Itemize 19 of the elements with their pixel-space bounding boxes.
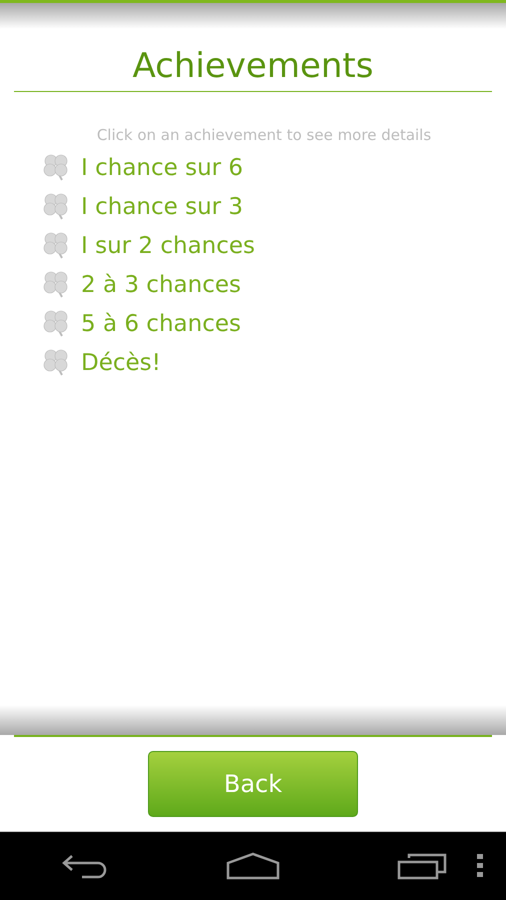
screen-title: Achievements: [132, 45, 374, 87]
achievement-item[interactable]: 2 à 3 chances: [81, 272, 241, 298]
back-button[interactable]: Back: [148, 751, 358, 817]
achievement-item[interactable]: I chance sur 6: [81, 154, 244, 180]
back-icon[interactable]: [60, 852, 108, 880]
recent-apps-icon[interactable]: [396, 852, 447, 880]
clover-icon: [42, 308, 70, 338]
achievement-item[interactable]: 5 à 6 chances: [81, 310, 241, 336]
achievement-item[interactable]: I chance sur 3: [81, 194, 244, 220]
clover-icon: [42, 152, 70, 182]
hint-text: Click on an achievement to see more details: [96, 126, 432, 144]
clover-icon: [42, 192, 70, 222]
home-icon[interactable]: [226, 852, 280, 880]
clover-icon: [42, 270, 70, 300]
achievement-item[interactable]: Décès!: [81, 350, 161, 376]
achievement-item[interactable]: I sur 2 chances: [81, 232, 256, 258]
clover-icon: [42, 230, 70, 260]
overflow-menu-icon[interactable]: [477, 854, 483, 878]
clover-icon: [42, 348, 70, 378]
